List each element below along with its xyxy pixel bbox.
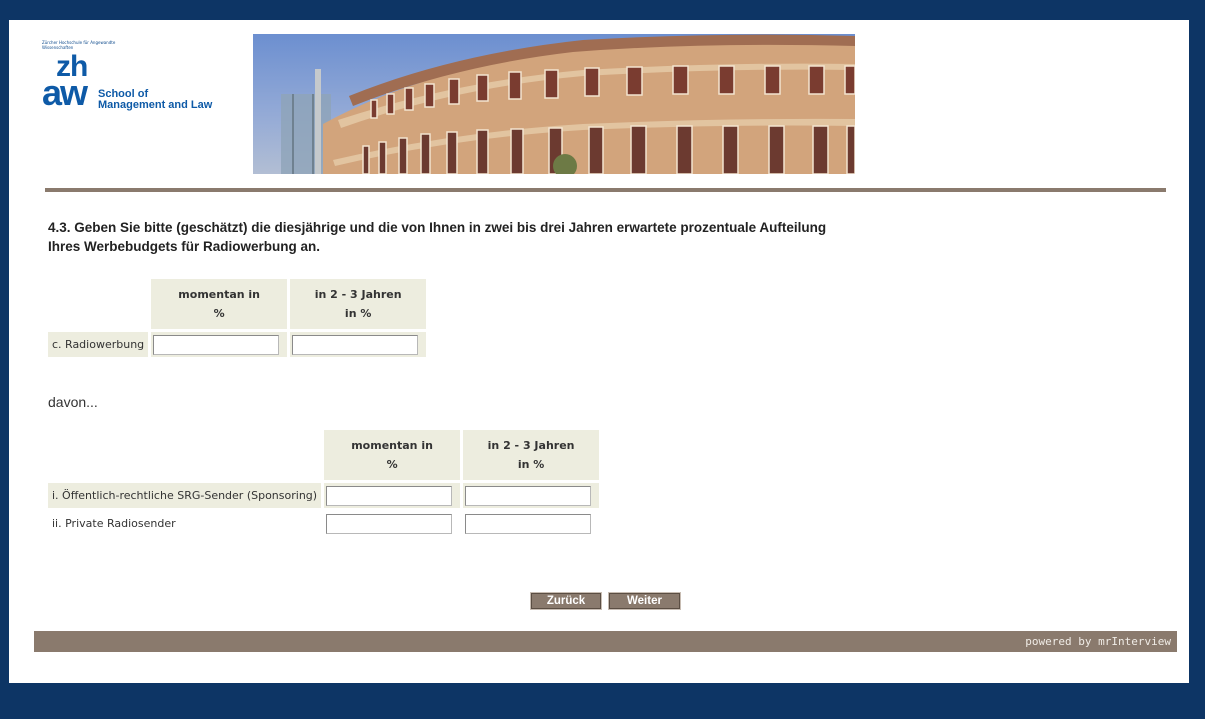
logo-aw-letters: aw <box>42 72 88 113</box>
next-button[interactable]: Weiter <box>608 592 681 610</box>
radiowerbung-future-input[interactable] <box>292 334 419 355</box>
column-header-future: in 2 - 3 Jahren in % <box>290 279 427 329</box>
cell-current <box>324 511 460 536</box>
logo-school-line2: Management and Law <box>98 99 213 111</box>
column-header-future-line2: in % <box>517 458 545 471</box>
davon-label: davon... <box>48 394 98 410</box>
back-button[interactable]: Zurück <box>530 592 602 610</box>
logo-school-name: School of Management and Law <box>98 89 212 111</box>
survey-page: Zürcher Hochschule für Angewandte Wissen… <box>9 20 1189 683</box>
column-header-current-line1: momentan in <box>178 288 261 301</box>
budget-table-radio: momentan in % in 2 - 3 Jahren in % c. Ra… <box>45 276 429 360</box>
column-header-future-line2: in % <box>344 307 372 320</box>
question-line1: 4.3. Geben Sie bitte (geschätzt) die die… <box>48 220 827 235</box>
question-text: 4.3. Geben Sie bitte (geschätzt) die die… <box>48 218 948 256</box>
column-header-current-line2: % <box>386 458 398 471</box>
row-label-srg: i. Öffentlich-rechtliche SRG-Sender (Spo… <box>48 483 322 508</box>
logo-institution-text: Zürcher Hochschule für Angewandte Wissen… <box>42 40 116 50</box>
private-future-input[interactable] <box>465 513 592 534</box>
column-header-future: in 2 - 3 Jahren in % <box>463 430 600 480</box>
zhaw-logo: Zürcher Hochschule für Angewandte Wissen… <box>42 40 242 130</box>
building-banner-image <box>253 34 855 174</box>
header-divider <box>45 188 1166 192</box>
table-row: i. Öffentlich-rechtliche SRG-Sender (Spo… <box>48 483 600 508</box>
column-header-current: momentan in % <box>151 279 288 329</box>
empty-corner <box>48 430 321 480</box>
row-label-radiowerbung: c. Radiowerbung <box>48 332 149 357</box>
column-header-future-line1: in 2 - 3 Jahren <box>314 288 402 301</box>
column-header-current: momentan in % <box>324 430 461 480</box>
footer-bar: powered by mrInterview <box>34 631 1177 652</box>
table-row: c. Radiowerbung <box>48 332 427 357</box>
srg-current-input[interactable] <box>326 485 453 506</box>
srg-future-input[interactable] <box>465 485 592 506</box>
column-header-current-line1: momentan in <box>351 439 433 452</box>
column-header-current-line2: % <box>213 307 225 320</box>
cell-future <box>290 332 427 357</box>
budget-table-breakdown: momentan in % in 2 - 3 Jahren in % i. Öf… <box>45 427 602 539</box>
question-line2: Ihres Werbebudgets für Radiowerbung an. <box>48 239 321 254</box>
cell-future <box>463 483 600 508</box>
cell-current <box>151 332 288 357</box>
empty-corner <box>48 279 148 329</box>
private-current-input[interactable] <box>326 513 453 534</box>
cell-future <box>463 511 599 536</box>
radiowerbung-current-input[interactable] <box>153 334 280 355</box>
cell-current <box>324 483 461 508</box>
row-label-private: ii. Private Radiosender <box>52 517 176 530</box>
column-header-future-line1: in 2 - 3 Jahren <box>487 439 575 452</box>
table-row: ii. Private Radiosender <box>48 511 599 536</box>
powered-by-text: powered by mrInterview <box>1025 635 1171 648</box>
